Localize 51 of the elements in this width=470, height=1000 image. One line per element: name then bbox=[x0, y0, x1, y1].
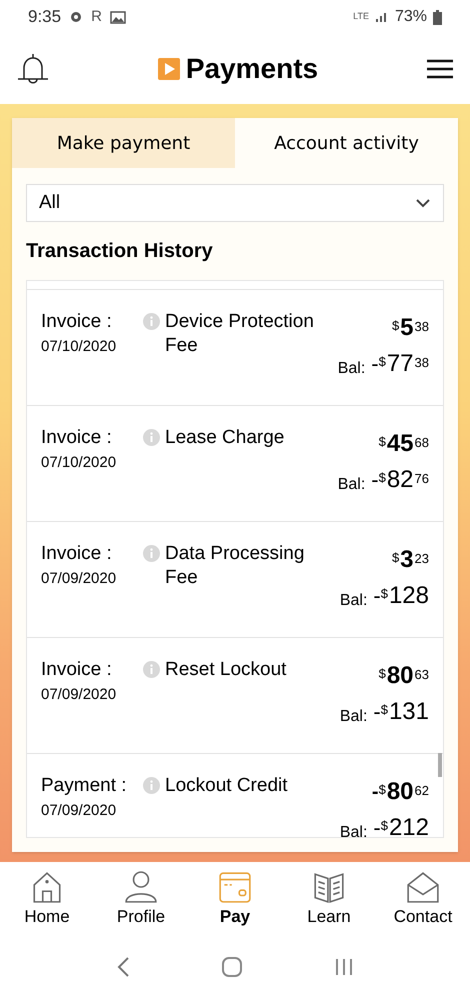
filter-dropdown[interactable]: All bbox=[26, 184, 444, 222]
balance-amount: -$128 bbox=[373, 584, 429, 608]
nav-tab[interactable]: Contact bbox=[380, 870, 466, 930]
balance-amount: -$212 bbox=[373, 816, 429, 837]
tab[interactable]: Account activity bbox=[235, 118, 458, 168]
transaction-type: Invoice : bbox=[41, 426, 113, 450]
transaction-date: 07/09/2020 bbox=[41, 801, 118, 821]
nav-tab[interactable]: Pay bbox=[192, 870, 278, 930]
scrollbar bbox=[438, 753, 442, 777]
transaction-type: Invoice : bbox=[41, 658, 113, 682]
signal-icon bbox=[374, 11, 389, 23]
nav-tab[interactable]: Learn bbox=[286, 870, 372, 930]
tab[interactable]: Make payment bbox=[12, 118, 235, 168]
envelope-icon bbox=[406, 870, 440, 904]
bell-icon[interactable] bbox=[16, 52, 50, 86]
balance-label: Bal: bbox=[340, 591, 368, 611]
transaction-description: Device Protection Fee bbox=[165, 310, 315, 358]
transaction-date: 07/09/2020 bbox=[41, 569, 118, 589]
transaction-description: Lease Charge bbox=[165, 426, 286, 450]
transaction-date: 07/10/2020 bbox=[41, 337, 118, 357]
transaction-date: 07/09/2020 bbox=[41, 685, 118, 705]
clock-time: 9:35 bbox=[28, 6, 62, 28]
back-icon[interactable] bbox=[116, 956, 130, 978]
menu-icon[interactable] bbox=[426, 59, 454, 79]
battery-percent: 73% bbox=[394, 7, 427, 27]
balance-label: Bal: bbox=[338, 359, 366, 379]
transaction-description: Lockout Credit bbox=[165, 774, 289, 798]
nav-tab[interactable]: Profile bbox=[98, 870, 184, 930]
transaction-description: Data Processing Fee bbox=[165, 542, 306, 590]
battery-icon bbox=[433, 10, 442, 24]
nav-tab[interactable]: Home bbox=[4, 870, 90, 930]
home-button-icon[interactable] bbox=[220, 956, 243, 978]
play-logo-icon bbox=[158, 58, 180, 80]
recent-apps-icon[interactable] bbox=[334, 958, 354, 976]
chevron-down-icon bbox=[415, 198, 431, 208]
transaction-type: Invoice : bbox=[41, 542, 113, 566]
network-type: LTE bbox=[353, 10, 369, 24]
balance-label: Bal: bbox=[338, 475, 366, 495]
person-icon bbox=[124, 870, 158, 904]
transaction-type: Payment : bbox=[41, 774, 128, 798]
balance-amount: -$131 bbox=[373, 700, 429, 724]
section-title: Transaction History bbox=[26, 239, 214, 264]
page-title: Payments bbox=[186, 52, 318, 86]
balance-label: Bal: bbox=[340, 823, 368, 837]
balance-label: Bal: bbox=[340, 707, 368, 727]
transaction-type: Invoice : bbox=[41, 310, 113, 334]
transaction-date: 07/10/2020 bbox=[41, 453, 118, 473]
card-icon bbox=[218, 870, 252, 904]
image-icon bbox=[110, 10, 126, 24]
transaction-description: Reset Lockout bbox=[165, 658, 288, 682]
status-letter: R bbox=[91, 6, 102, 27]
